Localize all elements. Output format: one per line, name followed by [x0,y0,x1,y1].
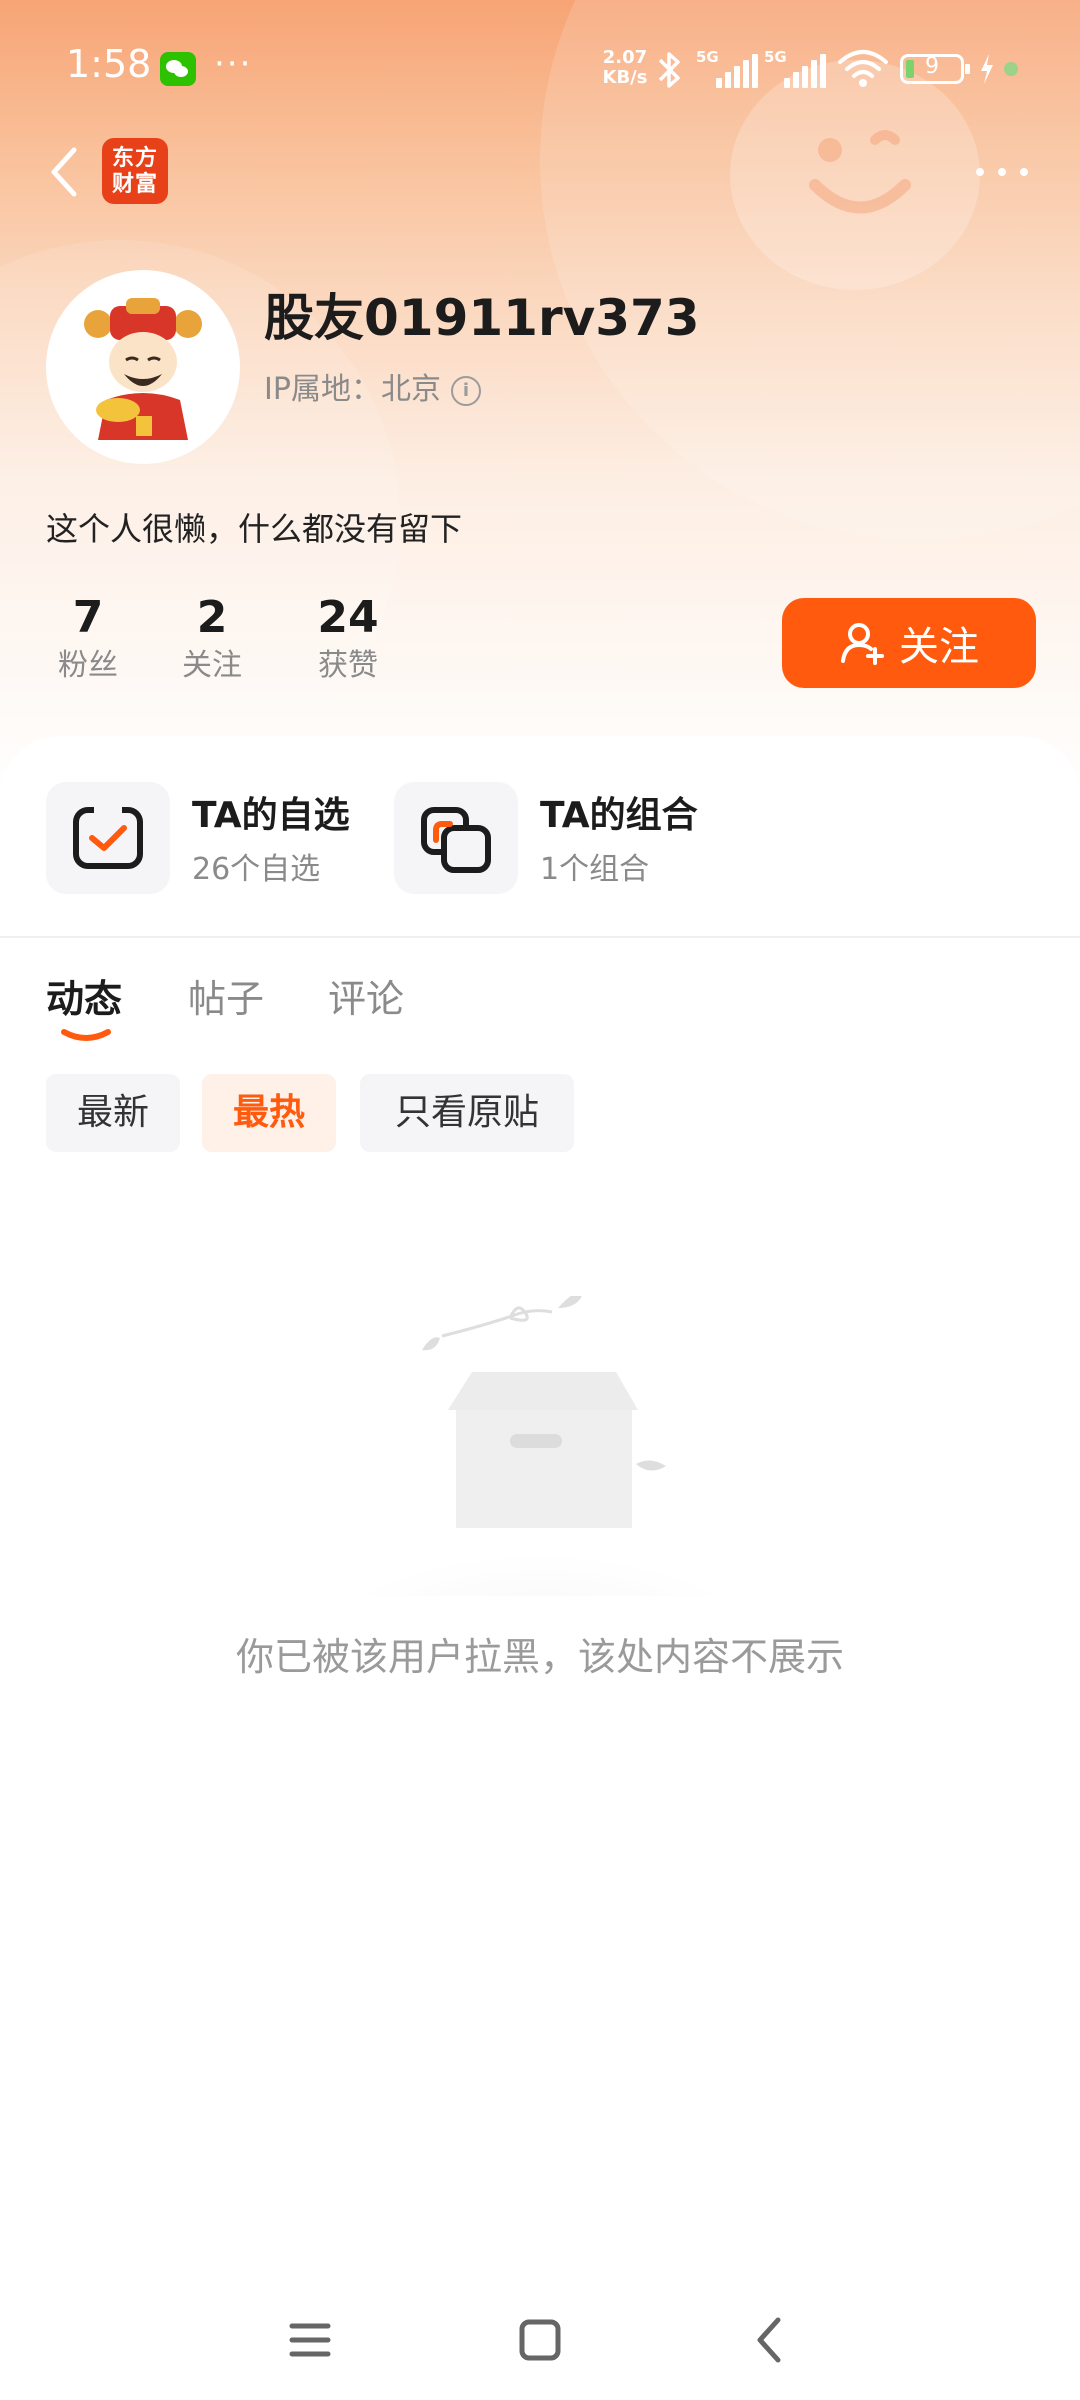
logo-text-line2: 财富 [111,172,158,197]
network-speed-unit: KB/s [602,67,648,88]
add-user-icon [841,623,884,665]
system-back-button[interactable] [740,2310,800,2370]
battery-icon: 9 [900,54,970,84]
back-button[interactable] [40,140,90,204]
signal-sim2-icon: 5G [764,48,834,88]
empty-box-illustration [330,1296,750,1596]
stat-likes[interactable]: 24 获赞 [288,590,408,686]
stat-label: 关注 [182,648,242,683]
signal-sim1-icon: 5G [696,48,766,88]
watchlist-icon [46,782,170,894]
avatar[interactable] [46,270,240,464]
follow-button-label: 关注 [899,624,979,670]
watchlist-title: TA的自选 [192,795,350,836]
battery-level: 9 [925,54,939,79]
tab-comments[interactable]: 评论 [328,968,404,1023]
logo-text-line1: 东方 [111,146,158,171]
status-bar: 1:58 ··· 2.07 KB/s 5G 5G 9 [0,0,1080,140]
empty-state-message: 你已被该用户拉黑，该处内容不展示 [235,1635,844,1679]
ip-location: IP属地：北京 i [264,364,481,408]
info-icon[interactable]: i [450,375,481,406]
stat-label: 获赞 [318,648,378,683]
recent-apps-button[interactable] [280,2310,340,2370]
stat-value: 24 [317,592,379,643]
charging-icon [981,54,993,84]
stat-following[interactable]: 2 关注 [152,590,272,686]
portfolio-count: 1个组合 [540,852,650,887]
ip-location-label: IP属地：北京 [264,372,441,407]
content-card: TA的自选 26个自选 TA的组合 1个组合 动态 帖子 评论 最新 最热 只看… [0,736,1080,2356]
portfolio-icon [394,782,518,894]
stat-value: 2 [196,592,228,643]
tab-activity[interactable]: 动态 [46,968,122,1023]
avatar-god-of-wealth-image [84,298,202,440]
network-speed: 2.07 KB/s [590,48,660,88]
wifi-icon [838,50,888,87]
app-logo: 东方 财富 [102,138,168,204]
stat-value: 7 [72,592,104,643]
active-tab-indicator [61,1029,111,1041]
stat-label: 粉丝 [58,648,118,683]
more-notifications-icon: ··· [214,44,253,84]
privacy-indicator-dot [1004,62,1018,76]
divider [0,936,1080,938]
follow-button[interactable]: 关注 [782,598,1036,688]
wechat-notification-icon [160,52,196,86]
username: 股友01911rv373 [264,289,700,347]
portfolio-title: TA的组合 [540,795,698,836]
network-speed-value: 2.07 [602,47,648,68]
filter-original-only[interactable]: 只看原贴 [360,1074,574,1152]
watchlist-count: 26个自选 [192,852,321,887]
bio: 这个人很懒，什么都没有留下 [46,510,463,548]
tab-posts[interactable]: 帖子 [188,968,264,1023]
home-button[interactable] [510,2310,570,2370]
bluetooth-icon [658,52,680,88]
sim2-label: 5G [764,48,787,66]
filter-latest[interactable]: 最新 [46,1074,180,1152]
system-navigation-bar [0,2300,1080,2400]
status-time: 1:58 [66,42,152,86]
filter-hottest[interactable]: 最热 [202,1074,336,1152]
stat-fans[interactable]: 7 粉丝 [28,590,148,686]
more-options-button[interactable] [972,150,1032,190]
sim1-label: 5G [696,48,719,66]
